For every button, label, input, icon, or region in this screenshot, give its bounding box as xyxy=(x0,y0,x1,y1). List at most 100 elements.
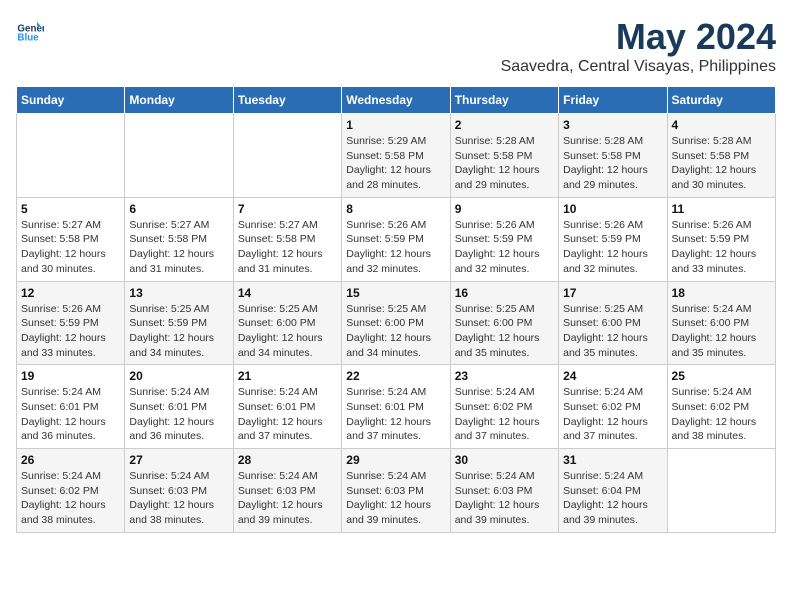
day-number: 27 xyxy=(129,453,228,467)
day-info: Sunrise: 5:24 AMSunset: 6:01 PMDaylight:… xyxy=(21,385,120,444)
day-info: Sunrise: 5:27 AMSunset: 5:58 PMDaylight:… xyxy=(21,218,120,277)
day-info: Sunrise: 5:28 AMSunset: 5:58 PMDaylight:… xyxy=(672,134,771,193)
header: General Blue May 2024 Saavedra, Central … xyxy=(16,16,776,76)
day-cell: 13 Sunrise: 5:25 AMSunset: 5:59 PMDayligh… xyxy=(125,281,233,365)
day-number: 24 xyxy=(563,369,662,383)
week-row-4: 19Sunrise: 5:24 AMSunset: 6:01 PMDayligh… xyxy=(17,365,776,449)
week-row-2: 5 Sunrise: 5:27 AMSunset: 5:58 PMDaylight… xyxy=(17,197,776,281)
svg-text:Blue: Blue xyxy=(17,33,39,44)
day-info: Sunrise: 5:24 AMSunset: 6:04 PMDaylight:… xyxy=(563,469,662,528)
day-cell: 26 Sunrise: 5:24 AMSunset: 6:02 PMDayligh… xyxy=(17,449,125,533)
day-cell: 19Sunrise: 5:24 AMSunset: 6:01 PMDayligh… xyxy=(17,365,125,449)
day-cell: 2Sunrise: 5:28 AMSunset: 5:58 PMDaylight… xyxy=(450,114,558,198)
day-info: Sunrise: 5:24 AMSunset: 6:01 PMDaylight:… xyxy=(129,385,228,444)
day-number: 26 xyxy=(21,453,120,467)
day-info: Sunrise: 5:24 AMSunset: 6:03 PMDaylight:… xyxy=(346,469,445,528)
day-info: Sunrise: 5:26 AMSunset: 5:59 PMDaylight:… xyxy=(455,218,554,277)
col-header-wednesday: Wednesday xyxy=(342,87,450,114)
day-info: Sunrise: 5:28 AMSunset: 5:58 PMDaylight:… xyxy=(563,134,662,193)
title-area: May 2024 Saavedra, Central Visayas, Phil… xyxy=(501,16,776,76)
col-header-monday: Monday xyxy=(125,87,233,114)
day-number: 2 xyxy=(455,118,554,132)
day-cell: 1 Sunrise: 5:29 AMSunset: 5:58 PMDaylight… xyxy=(342,114,450,198)
day-info: Sunrise: 5:24 AMSunset: 6:02 PMDaylight:… xyxy=(21,469,120,528)
day-number: 28 xyxy=(238,453,337,467)
day-cell: 10 Sunrise: 5:26 AMSunset: 5:59 PMDayligh… xyxy=(559,197,667,281)
day-info: Sunrise: 5:24 AMSunset: 6:03 PMDaylight:… xyxy=(238,469,337,528)
day-cell: 22 Sunrise: 5:24 AMSunset: 6:01 PMDayligh… xyxy=(342,365,450,449)
day-cell xyxy=(125,114,233,198)
day-cell: 21 Sunrise: 5:24 AMSunset: 6:01 PMDayligh… xyxy=(233,365,341,449)
day-info: Sunrise: 5:25 AMSunset: 6:00 PMDaylight:… xyxy=(563,302,662,361)
day-number: 10 xyxy=(563,202,662,216)
day-number: 23 xyxy=(455,369,554,383)
day-number: 20 xyxy=(129,369,228,383)
day-number: 14 xyxy=(238,286,337,300)
day-info: Sunrise: 5:26 AMSunset: 5:59 PMDaylight:… xyxy=(346,218,445,277)
day-cell: 8 Sunrise: 5:26 AMSunset: 5:59 PMDaylight… xyxy=(342,197,450,281)
day-number: 30 xyxy=(455,453,554,467)
day-number: 18 xyxy=(672,286,771,300)
day-number: 1 xyxy=(346,118,445,132)
day-info: Sunrise: 5:24 AMSunset: 6:03 PMDaylight:… xyxy=(455,469,554,528)
day-number: 16 xyxy=(455,286,554,300)
day-info: Sunrise: 5:29 AMSunset: 5:58 PMDaylight:… xyxy=(346,134,445,193)
day-cell: 6 Sunrise: 5:27 AMSunset: 5:58 PMDaylight… xyxy=(125,197,233,281)
day-cell: 18 Sunrise: 5:24 AMSunset: 6:00 PMDayligh… xyxy=(667,281,775,365)
day-number: 22 xyxy=(346,369,445,383)
day-info: Sunrise: 5:27 AMSunset: 5:58 PMDaylight:… xyxy=(238,218,337,277)
col-header-tuesday: Tuesday xyxy=(233,87,341,114)
day-number: 8 xyxy=(346,202,445,216)
day-info: Sunrise: 5:25 AMSunset: 6:00 PMDaylight:… xyxy=(346,302,445,361)
day-number: 6 xyxy=(129,202,228,216)
day-cell: 25Sunrise: 5:24 AMSunset: 6:02 PMDayligh… xyxy=(667,365,775,449)
logo: General Blue xyxy=(16,16,44,44)
day-cell: 29 Sunrise: 5:24 AMSunset: 6:03 PMDayligh… xyxy=(342,449,450,533)
day-cell: 12Sunrise: 5:26 AMSunset: 5:59 PMDayligh… xyxy=(17,281,125,365)
week-row-3: 12Sunrise: 5:26 AMSunset: 5:59 PMDayligh… xyxy=(17,281,776,365)
day-info: Sunrise: 5:24 AMSunset: 6:02 PMDaylight:… xyxy=(563,385,662,444)
day-number: 31 xyxy=(563,453,662,467)
day-cell: 5 Sunrise: 5:27 AMSunset: 5:58 PMDaylight… xyxy=(17,197,125,281)
day-number: 15 xyxy=(346,286,445,300)
day-cell: 3Sunrise: 5:28 AMSunset: 5:58 PMDaylight… xyxy=(559,114,667,198)
day-cell xyxy=(17,114,125,198)
day-number: 29 xyxy=(346,453,445,467)
day-cell: 31 Sunrise: 5:24 AMSunset: 6:04 PMDayligh… xyxy=(559,449,667,533)
day-cell xyxy=(233,114,341,198)
col-header-thursday: Thursday xyxy=(450,87,558,114)
logo-icon: General Blue xyxy=(16,16,44,44)
day-cell: 11 Sunrise: 5:26 AMSunset: 5:59 PMDayligh… xyxy=(667,197,775,281)
col-header-saturday: Saturday xyxy=(667,87,775,114)
day-cell: 17Sunrise: 5:25 AMSunset: 6:00 PMDayligh… xyxy=(559,281,667,365)
day-info: Sunrise: 5:25 AMSunset: 5:59 PMDaylight:… xyxy=(129,302,228,361)
day-info: Sunrise: 5:24 AMSunset: 6:01 PMDaylight:… xyxy=(238,385,337,444)
day-info: Sunrise: 5:26 AMSunset: 5:59 PMDaylight:… xyxy=(563,218,662,277)
day-info: Sunrise: 5:24 AMSunset: 6:00 PMDaylight:… xyxy=(672,302,771,361)
day-info: Sunrise: 5:25 AMSunset: 6:00 PMDaylight:… xyxy=(455,302,554,361)
day-cell: 20 Sunrise: 5:24 AMSunset: 6:01 PMDayligh… xyxy=(125,365,233,449)
location-title: Saavedra, Central Visayas, Philippines xyxy=(501,58,776,76)
day-info: Sunrise: 5:27 AMSunset: 5:58 PMDaylight:… xyxy=(129,218,228,277)
day-cell: 28 Sunrise: 5:24 AMSunset: 6:03 PMDayligh… xyxy=(233,449,341,533)
header-row: SundayMondayTuesdayWednesdayThursdayFrid… xyxy=(17,87,776,114)
day-number: 5 xyxy=(21,202,120,216)
week-row-5: 26 Sunrise: 5:24 AMSunset: 6:02 PMDayligh… xyxy=(17,449,776,533)
day-cell: 30 Sunrise: 5:24 AMSunset: 6:03 PMDayligh… xyxy=(450,449,558,533)
month-title: May 2024 xyxy=(501,16,776,58)
day-info: Sunrise: 5:25 AMSunset: 6:00 PMDaylight:… xyxy=(238,302,337,361)
day-info: Sunrise: 5:24 AMSunset: 6:01 PMDaylight:… xyxy=(346,385,445,444)
day-number: 25 xyxy=(672,369,771,383)
day-cell: 15 Sunrise: 5:25 AMSunset: 6:00 PMDayligh… xyxy=(342,281,450,365)
day-number: 11 xyxy=(672,202,771,216)
day-info: Sunrise: 5:26 AMSunset: 5:59 PMDaylight:… xyxy=(21,302,120,361)
day-cell: 24 Sunrise: 5:24 AMSunset: 6:02 PMDayligh… xyxy=(559,365,667,449)
day-cell: 23Sunrise: 5:24 AMSunset: 6:02 PMDayligh… xyxy=(450,365,558,449)
day-number: 9 xyxy=(455,202,554,216)
day-number: 21 xyxy=(238,369,337,383)
day-cell: 7 Sunrise: 5:27 AMSunset: 5:58 PMDaylight… xyxy=(233,197,341,281)
day-info: Sunrise: 5:26 AMSunset: 5:59 PMDaylight:… xyxy=(672,218,771,277)
day-cell: 16 Sunrise: 5:25 AMSunset: 6:00 PMDayligh… xyxy=(450,281,558,365)
day-number: 7 xyxy=(238,202,337,216)
day-number: 13 xyxy=(129,286,228,300)
